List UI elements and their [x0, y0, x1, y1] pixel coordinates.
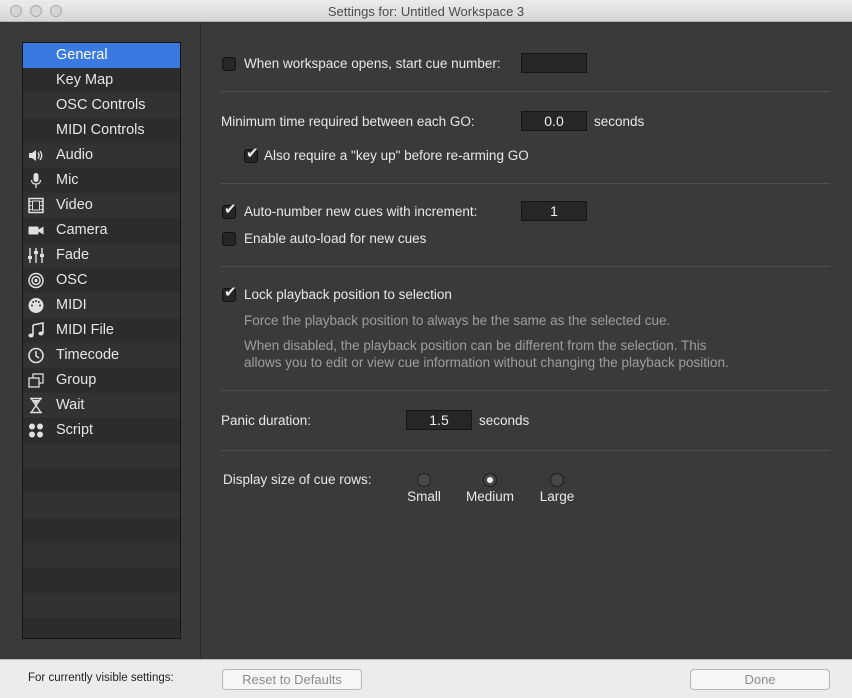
sidebar-item-label: Fade	[56, 247, 90, 263]
sidebar-item-label: Camera	[56, 222, 108, 238]
start-cue-label: When workspace opens, start cue number:	[244, 56, 501, 71]
sidebar-item-label: MIDI Controls	[56, 122, 145, 138]
sidebar-item-midi-file[interactable]: MIDI File	[23, 318, 180, 343]
separator	[221, 390, 830, 391]
sidebar-item-script[interactable]: Script	[23, 418, 180, 443]
sidebar-item-general[interactable]: General	[23, 43, 180, 68]
lock-playback-label: Lock playback position to selection	[244, 287, 452, 302]
sidebar-item-camera[interactable]: Camera	[23, 218, 180, 243]
cue-row-size-label: Display size of cue rows:	[223, 472, 372, 487]
sidebar-item-wait[interactable]: Wait	[23, 393, 180, 418]
sidebar-panel: General Key Map OSC Controls MIDI Controls A…	[0, 22, 201, 659]
title-bar: Settings for: Untitled Workspace 3	[0, 0, 852, 22]
sidebar-empty-row	[23, 543, 180, 568]
microphone-icon	[27, 172, 45, 189]
min-go-unit: seconds	[594, 114, 645, 129]
separator	[221, 266, 830, 267]
min-go-label: Minimum time required between each GO:	[221, 114, 475, 129]
sidebar-item-timecode[interactable]: Timecode	[23, 343, 180, 368]
sidebar-item-fade[interactable]: Fade	[23, 243, 180, 268]
key-up-label: Also require a "key up" before re-arming…	[264, 148, 529, 163]
panic-duration-unit: seconds	[479, 413, 530, 428]
cue-row-size-large-label: Large	[539, 489, 575, 504]
midi-connector-icon	[27, 297, 45, 314]
sidebar-empty-row	[23, 468, 180, 493]
clock-icon	[27, 347, 45, 364]
speaker-icon	[27, 147, 45, 164]
sidebar-item-label: OSC	[56, 272, 88, 288]
sidebar-empty-row	[23, 618, 180, 638]
sidebar-item-audio[interactable]: Audio	[23, 143, 180, 168]
group-icon	[27, 372, 45, 389]
start-cue-number-field[interactable]	[521, 53, 587, 73]
sidebar-item-key-map[interactable]: Key Map	[23, 68, 180, 93]
panic-duration-field[interactable]: 1.5	[406, 410, 472, 430]
sidebar-item-midi[interactable]: MIDI	[23, 293, 180, 318]
lock-playback-checkbox[interactable]: ✔	[222, 284, 237, 302]
script-dots-icon	[27, 422, 45, 439]
settings-window: Settings for: Untitled Workspace 3 Gener…	[0, 0, 852, 698]
sidebar-empty-row	[23, 443, 180, 468]
footer-bar: For currently visible settings: Reset to…	[0, 659, 852, 698]
sidebar-item-label: Wait	[56, 397, 85, 413]
lock-playback-disabled-note-line2: allows you to edit or view cue informati…	[244, 355, 729, 370]
sidebar-item-label: MIDI	[56, 297, 87, 313]
separator	[221, 91, 830, 92]
sidebar-item-label: Timecode	[56, 347, 120, 363]
sidebar-item-label: MIDI File	[56, 322, 114, 338]
checkmark-icon: ✔	[224, 201, 237, 218]
sidebar-item-group[interactable]: Group	[23, 368, 180, 393]
footer-label: For currently visible settings:	[28, 672, 174, 684]
sidebar-item-osc[interactable]: OSC	[23, 268, 180, 293]
sidebar-item-label: Audio	[56, 147, 94, 163]
hourglass-icon	[27, 397, 45, 414]
reset-to-defaults-button[interactable]: Reset to Defaults	[222, 669, 362, 690]
auto-number-label: Auto-number new cues with increment:	[244, 204, 478, 219]
auto-number-checkbox[interactable]: ✔	[222, 201, 237, 219]
sidebar-item-osc-controls[interactable]: OSC Controls	[23, 93, 180, 118]
sidebar-item-label: Video	[56, 197, 93, 213]
done-button[interactable]: Done	[690, 669, 830, 690]
settings-category-list: General Key Map OSC Controls MIDI Controls A…	[22, 42, 181, 639]
lock-playback-disabled-note-line1: When disabled, the playback position can…	[244, 338, 707, 353]
osc-target-icon	[27, 272, 45, 289]
separator	[221, 450, 830, 451]
key-up-checkbox[interactable]: ✔	[244, 145, 259, 163]
auto-load-checkbox[interactable]	[222, 232, 236, 246]
min-go-time-field[interactable]: 0.0	[521, 111, 587, 131]
camera-icon	[27, 222, 45, 239]
film-icon	[27, 197, 45, 214]
checkmark-icon: ✔	[246, 145, 259, 162]
sidebar-item-video[interactable]: Video	[23, 193, 180, 218]
checkmark-icon: ✔	[224, 284, 237, 301]
cue-row-size-large-radio[interactable]	[550, 473, 564, 487]
separator	[221, 183, 830, 184]
sidebar-item-mic[interactable]: Mic	[23, 168, 180, 193]
window-title: Settings for: Untitled Workspace 3	[327, 4, 525, 19]
sidebar-item-label: Key Map	[56, 72, 114, 88]
sidebar-empty-row	[23, 518, 180, 543]
auto-number-increment-field[interactable]: 1	[521, 201, 587, 221]
sidebar-empty-row	[23, 568, 180, 593]
sidebar-item-label: Mic	[56, 172, 79, 188]
sidebar-empty-row	[23, 493, 180, 518]
sidebar-item-label: Group	[56, 372, 97, 388]
cue-row-size-small-radio[interactable]	[417, 473, 431, 487]
lock-playback-description: Force the playback position to always be…	[244, 313, 671, 328]
panic-duration-label: Panic duration:	[221, 413, 312, 428]
auto-load-label: Enable auto-load for new cues	[244, 231, 427, 246]
sidebar-item-midi-controls[interactable]: MIDI Controls	[23, 118, 180, 143]
sidebar-item-label: Script	[56, 422, 94, 438]
radio-selected-dot	[487, 477, 493, 483]
sidebar-item-label: OSC Controls	[56, 97, 146, 113]
start-cue-checkbox[interactable]	[222, 57, 236, 71]
music-note-icon	[27, 322, 45, 339]
cue-row-size-medium-radio[interactable]	[483, 473, 497, 487]
sidebar-item-label: General	[56, 47, 108, 63]
general-settings-pane: When workspace opens, start cue number: …	[201, 22, 852, 659]
sidebar-empty-row	[23, 593, 180, 618]
sliders-icon	[27, 247, 45, 264]
